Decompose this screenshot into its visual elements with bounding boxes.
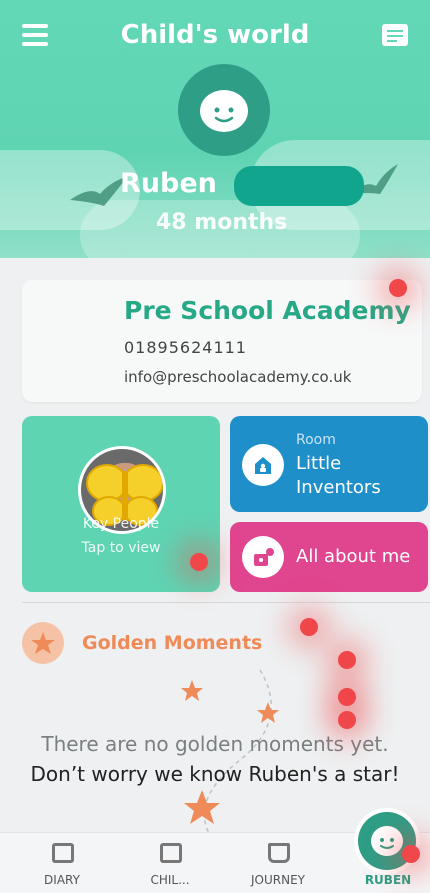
room-caption: Room [296,432,336,448]
all-about-me-tile[interactable]: All about me [230,522,428,592]
room-name: Little Inventors [296,453,381,498]
page-title: Child's world [120,20,310,50]
journey-book-icon [268,843,290,863]
touch-indicator [300,618,318,636]
section-divider [22,602,430,603]
profile-header: Child's world Ruben 48 months [0,0,430,258]
baby-face-icon [200,90,248,132]
school-card[interactable]: Pre School Academy 01895624111 info@pres… [22,280,422,402]
golden-moments-title: Golden Moments [82,632,263,654]
all-about-me-label: All about me [296,546,411,567]
key-people-label: Key People [82,516,160,532]
nav-journey[interactable]: JOURNEY [224,833,332,893]
messages-icon[interactable] [382,24,408,46]
puzzle-icon [242,536,284,578]
nav-ruben-label: RUBEN [364,873,412,887]
school-phone[interactable]: 01895624111 [124,338,247,357]
touch-indicator [338,711,356,729]
touch-indicator [402,845,420,863]
school-email[interactable]: info@preschoolacademy.co.uk [124,368,351,386]
room-house-icon [242,444,284,486]
nav-children-label: CHIL... [150,873,190,887]
school-name: Pre School Academy [124,296,411,325]
star-icon [22,622,64,664]
child-age: 48 months [156,210,288,235]
nav-journey-label: JOURNEY [251,873,305,887]
children-icon [160,843,182,863]
empty-state-message: There are no golden moments yet. [41,732,389,756]
child-avatar[interactable] [178,64,270,156]
nav-diary[interactable]: DIARY [8,833,116,893]
redaction-mark [234,166,364,206]
child-avatar-icon [371,826,403,856]
touch-indicator [338,651,356,669]
nav-children[interactable]: CHIL... [116,833,224,893]
diary-icon [52,843,74,863]
touch-indicator [389,279,407,297]
room-tile[interactable]: Room Little Inventors [230,416,428,512]
empty-state-subtitle: Don’t worry we know Ruben's a star! [30,762,400,786]
touch-indicator [190,553,208,571]
nav-diary-label: DIARY [44,873,80,887]
key-people-hint: Tap to view [81,540,161,556]
touch-indicator [338,688,356,706]
child-name: Ruben [120,168,217,199]
